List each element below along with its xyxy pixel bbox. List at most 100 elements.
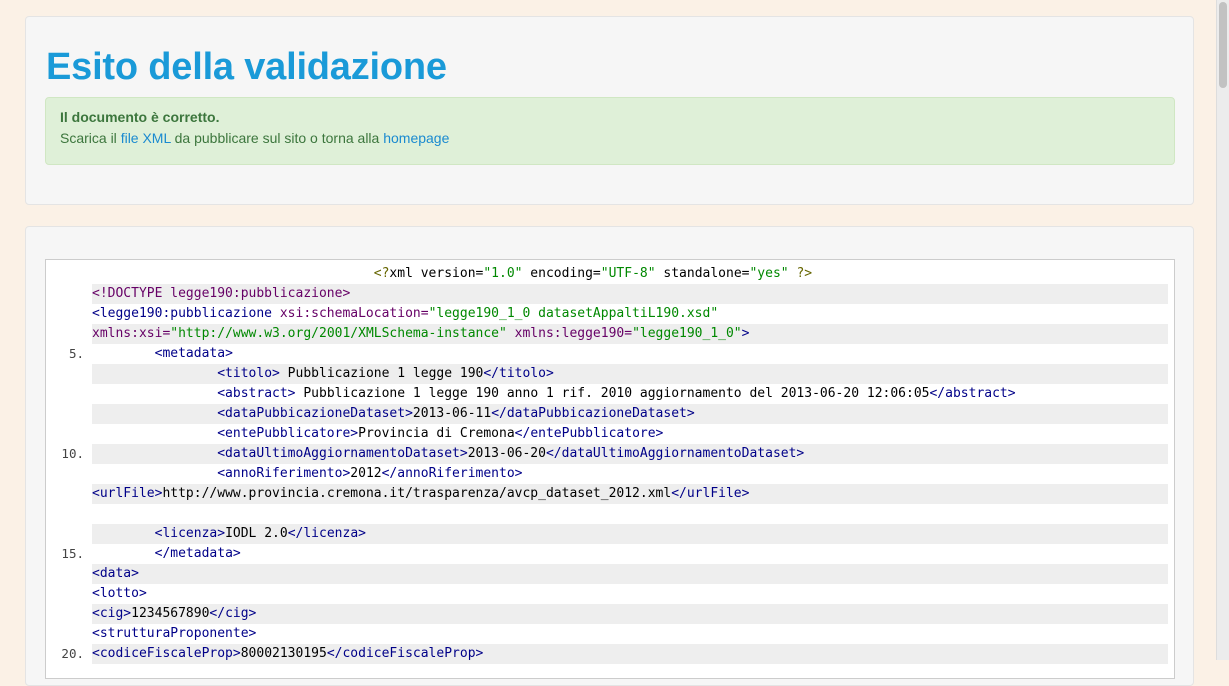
code-text: <metadata> xyxy=(92,344,1168,364)
validation-result-panel: Esito della validazione Il documento è c… xyxy=(25,16,1194,205)
code-line: <annoRiferimento>2012</annoRiferimento> xyxy=(46,464,1174,484)
code-line: 10. <dataUltimoAggiornamentoDataset>2013… xyxy=(46,444,1174,464)
code-line: 20. <codiceFiscaleProp>80002130195</codic… xyxy=(46,644,1174,664)
code-line: <dataPubbicazioneDataset>2013-06-11</dat… xyxy=(46,404,1174,424)
code-text: <titolo> Pubblicazione 1 legge 190</tito… xyxy=(92,364,1168,384)
code-token: Pubblicazione 1 legge 190 xyxy=(279,366,484,381)
code-token: standalone= xyxy=(655,266,750,281)
code-token: xml version= xyxy=(389,266,484,281)
code-text: <dataPubbicazioneDataset>2013-06-11</dat… xyxy=(92,404,1168,424)
code-text: <?xml version="1.0" encoding="UTF-8" sta… xyxy=(92,264,1168,284)
code-token: 80002130195 xyxy=(240,646,327,661)
code-token: encoding= xyxy=(522,266,601,281)
alert-text-middle: da pubblicare sul sito o torna alla xyxy=(170,130,384,146)
homepage-link[interactable]: homepage xyxy=(383,130,449,146)
code-token: "UTF-8" xyxy=(600,266,656,281)
success-alert: Il documento è corretto. Scarica il file… xyxy=(45,97,1175,165)
code-text: <abstract> Pubblicazione 1 legge 190 ann… xyxy=(92,384,1168,404)
code-token: xmlns:legge190= xyxy=(506,326,633,341)
code-text: <dataUltimoAggiornamentoDataset>2013-06-… xyxy=(92,444,1168,464)
code-text: <annoRiferimento>2012</annoRiferimento> xyxy=(92,464,1168,484)
code-token: Provincia di Cremona xyxy=(358,426,515,441)
code-token: "http://www.w3.org/2001/XMLSchema-instan… xyxy=(170,326,507,341)
code-token: </cig> xyxy=(209,606,257,621)
code-text: <urlFile>http://www.provincia.cremona.it… xyxy=(92,484,1168,504)
code-token: "1.0" xyxy=(483,266,523,281)
code-token: </titolo> xyxy=(483,366,554,381)
code-text: <lotto> xyxy=(92,584,1168,604)
code-line: <lotto> xyxy=(46,584,1174,604)
code-token: <cig> xyxy=(92,606,132,621)
code-line: <strutturaProponente> xyxy=(46,624,1174,644)
code-token: <codiceFiscaleProp> xyxy=(92,646,241,661)
code-token: <lotto> xyxy=(92,586,147,601)
code-token: </licenza> xyxy=(287,526,366,541)
code-line: <urlFile>http://www.provincia.cremona.it… xyxy=(46,484,1174,504)
code-text: <codiceFiscaleProp>80002130195</codiceFi… xyxy=(92,644,1168,664)
code-token: 2013-06-20 xyxy=(467,446,546,461)
code-line: xmlns:xsi="http://www.w3.org/2001/XMLSch… xyxy=(46,324,1174,344)
code-token: http://www.provincia.cremona.it/traspare… xyxy=(162,486,672,501)
scrollbar-thumb[interactable] xyxy=(1219,2,1227,88)
xml-code-viewer: <?xml version="1.0" encoding="UTF-8" sta… xyxy=(45,259,1175,679)
code-line: <cig>1234567890</cig> xyxy=(46,604,1174,624)
code-line: <?xml version="1.0" encoding="UTF-8" sta… xyxy=(46,264,1174,284)
code-text: </metadata> xyxy=(92,544,1168,564)
code-line: <titolo> Pubblicazione 1 legge 190</tito… xyxy=(46,364,1174,384)
code-token: </abstract> xyxy=(929,386,1016,401)
alert-text-prefix: Scarica il xyxy=(60,130,121,146)
code-line: 5. <metadata> xyxy=(46,344,1174,364)
line-number: 20. xyxy=(61,646,84,661)
code-line: <data> xyxy=(46,564,1174,584)
code-line: <legge190:pubblicazione xsi:schemaLocati… xyxy=(46,304,1174,324)
line-number: 5. xyxy=(68,346,84,361)
code-token: <abstract> xyxy=(217,386,296,401)
code-line xyxy=(46,504,1174,524)
code-token: <dataUltimoAggiornamentoDataset> xyxy=(217,446,468,461)
code-text: <!DOCTYPE legge190:pubblicazione> xyxy=(92,284,1168,304)
code-token: <? xyxy=(373,266,390,281)
code-text: <licenza>IODL 2.0</licenza> xyxy=(92,524,1168,544)
alert-message: Il documento è corretto. xyxy=(60,109,220,125)
code-token: <legge190:pubblicazione xyxy=(92,306,273,321)
code-token: > xyxy=(741,326,750,341)
page-title: Esito della validazione xyxy=(46,46,447,88)
code-token: </dataPubbicazioneDataset> xyxy=(491,406,695,421)
code-line: <!DOCTYPE legge190:pubblicazione> xyxy=(46,284,1174,304)
code-token: "legge190_1_0" xyxy=(632,326,742,341)
code-token: IODL 2.0 xyxy=(225,526,288,541)
code-text: <data> xyxy=(92,564,1168,584)
code-token: 2013-06-11 xyxy=(412,406,492,421)
code-text: <cig>1234567890</cig> xyxy=(92,604,1168,624)
code-token: "legge190_1_0 datasetAppaltiL190.xsd" xyxy=(428,306,719,321)
xml-file-link[interactable]: file XML xyxy=(121,130,171,146)
code-token: 2012 xyxy=(350,466,382,481)
code-line: <abstract> Pubblicazione 1 legge 190 ann… xyxy=(46,384,1174,404)
code-token: <annoRiferimento> xyxy=(217,466,351,481)
xml-preview-panel: <?xml version="1.0" encoding="UTF-8" sta… xyxy=(25,226,1194,686)
code-token: </urlFile> xyxy=(671,486,750,501)
code-token: <strutturaProponente> xyxy=(92,626,257,641)
code-token: <titolo> xyxy=(217,366,280,381)
code-line: <entePubblicatore>Provincia di Cremona</… xyxy=(46,424,1174,444)
line-number: 10. xyxy=(61,446,84,461)
code-token: <metadata> xyxy=(154,346,233,361)
code-token: </codiceFiscaleProp> xyxy=(326,646,484,661)
code-token: </annoRiferimento> xyxy=(381,466,523,481)
alert-instructions: Scarica il file XML da pubblicare sul si… xyxy=(60,129,1160,147)
line-number: 15. xyxy=(61,546,84,561)
code-token: <dataPubbicazioneDataset> xyxy=(217,406,413,421)
code-token: 1234567890 xyxy=(131,606,210,621)
code-token: "yes" xyxy=(749,266,789,281)
page-scrollbar[interactable] xyxy=(1216,0,1229,660)
code-token: <!DOCTYPE legge190:pubblicazione> xyxy=(92,286,351,301)
code-line: 15. </metadata> xyxy=(46,544,1174,564)
code-token: </dataUltimoAggiornamentoDataset> xyxy=(545,446,805,461)
code-token: </metadata> xyxy=(154,546,241,561)
code-token: xsi:schemaLocation= xyxy=(272,306,429,321)
code-token: <entePubblicatore> xyxy=(217,426,359,441)
code-token: <data> xyxy=(92,566,139,581)
code-text: <strutturaProponente> xyxy=(92,624,1168,644)
code-token: </entePubblicatore> xyxy=(514,426,664,441)
